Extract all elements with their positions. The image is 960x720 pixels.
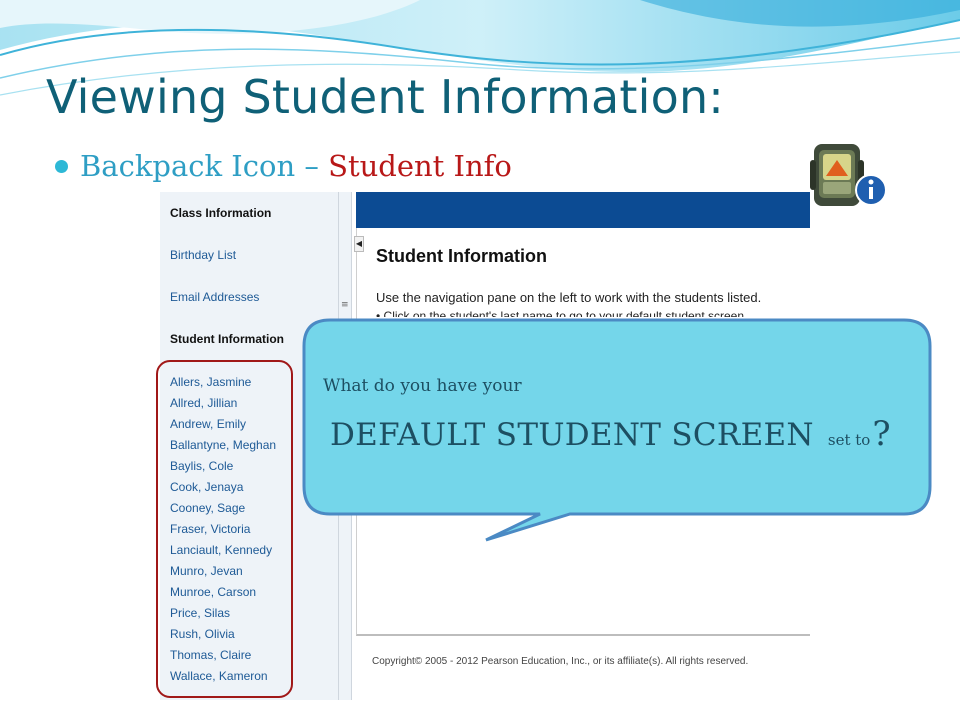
nav-class-information[interactable]: Class Information (170, 206, 271, 220)
slide-title: Viewing Student Information: (46, 70, 724, 124)
content-header-bar (356, 192, 810, 228)
nav-birthday-list[interactable]: Birthday List (170, 248, 236, 262)
collapse-nav-icon[interactable]: ◀ (354, 236, 364, 252)
callout-question-mark: ? (872, 414, 891, 454)
bullet-text-accent: Student Info (328, 149, 512, 183)
nav-email-addresses[interactable]: Email Addresses (170, 290, 259, 304)
bullet-dot-icon (55, 159, 68, 173)
backpack-info-icon (810, 144, 887, 206)
content-title: Student Information (376, 246, 547, 266)
student-list-highlight (156, 360, 293, 698)
callout-question-line: What do you have your (323, 376, 522, 396)
copyright-text: Copyright© 2005 - 2012 Pearson Education… (372, 656, 749, 667)
bullet-text-main: Backpack Icon – (80, 149, 319, 183)
content-instruction: Use the navigation pane on the left to w… (376, 290, 762, 305)
callout-set-to: set to (827, 431, 871, 449)
splitter-grip-icon[interactable]: ≡ (341, 301, 349, 314)
callout-emphasis-line: DEFAULT STUDENT SCREEN set to ? (330, 414, 891, 454)
nav-student-information[interactable]: Student Information (170, 332, 284, 346)
callout-default-screen: DEFAULT STUDENT SCREEN (330, 417, 814, 453)
slide-bullet: Backpack Icon – Student Info (55, 146, 512, 186)
